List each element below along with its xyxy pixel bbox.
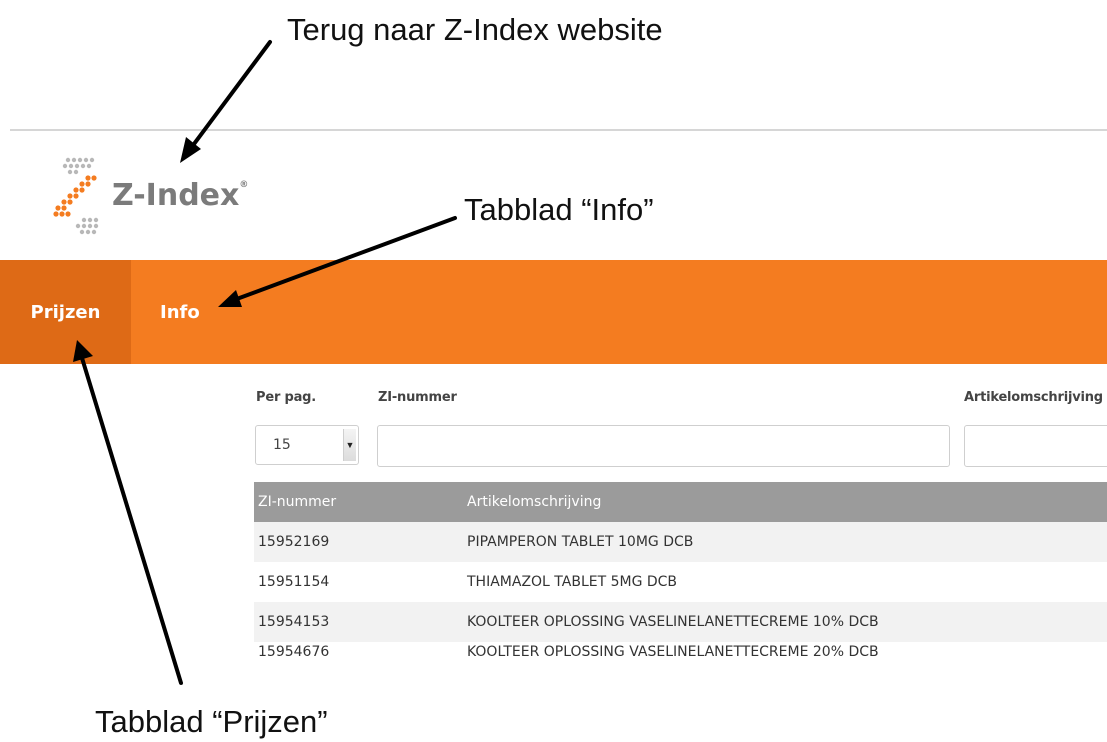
cell-zi-number: 15951154 bbox=[258, 574, 330, 590]
article-description-label: Artikelomschrijving bbox=[964, 390, 1103, 405]
cell-article-description: THIAMAZOL TABLET 5MG DCB bbox=[467, 574, 678, 590]
annotation-back-to-website: Terug naar Z-Index website bbox=[287, 12, 663, 47]
per-page-label: Per pag. bbox=[256, 390, 317, 405]
annotation-tab-prijzen: Tabblad “Prijzen” bbox=[95, 704, 328, 739]
main-navbar: Prijzen Info bbox=[0, 260, 1107, 364]
arrow-to-logo bbox=[189, 40, 272, 150]
column-header-zi-number[interactable]: ZI-nummer bbox=[258, 482, 336, 522]
zi-number-label: ZI-nummer bbox=[378, 390, 457, 405]
cell-zi-number: 15954676 bbox=[258, 644, 330, 660]
tab-prijzen[interactable]: Prijzen bbox=[0, 260, 131, 364]
table-row-clipped: 15954676 KOOLTEER OPLOSSING VASELINELANE… bbox=[254, 642, 1107, 664]
top-divider bbox=[10, 129, 1107, 131]
annotation-tab-info: Tabblad “Info” bbox=[464, 192, 654, 227]
cell-zi-number: 15954153 bbox=[258, 614, 330, 630]
article-description-input[interactable] bbox=[964, 425, 1107, 467]
tab-prijzen-label: Prijzen bbox=[30, 301, 101, 323]
cell-zi-number: 15952169 bbox=[258, 534, 330, 550]
logo-wordmark: Z-Index® bbox=[112, 178, 249, 213]
cell-article-description: KOOLTEER OPLOSSING VASELINELANETTECREME … bbox=[467, 614, 879, 630]
arrow-to-prijzen-tab bbox=[80, 356, 183, 685]
tab-info-label: Info bbox=[160, 301, 200, 323]
tab-info[interactable]: Info bbox=[131, 260, 231, 364]
per-page-select[interactable]: 15 ▼ bbox=[255, 425, 359, 465]
table-row[interactable]: 15954153 KOOLTEER OPLOSSING VASELINELANE… bbox=[254, 602, 1107, 642]
table-row[interactable]: 15951154 THIAMAZOL TABLET 5MG DCB bbox=[254, 562, 1107, 602]
table-row[interactable]: 15952169 PIPAMPERON TABLET 10MG DCB bbox=[254, 522, 1107, 562]
column-header-article-description[interactable]: Artikelomschrijving bbox=[467, 482, 601, 522]
z-index-logo[interactable]: Z-Index® bbox=[48, 152, 248, 242]
table-header: ZI-nummer Artikelomschrijving bbox=[254, 482, 1107, 522]
caret-down-icon[interactable]: ▼ bbox=[343, 429, 356, 461]
per-page-value: 15 bbox=[273, 437, 291, 453]
zi-number-input[interactable] bbox=[377, 425, 950, 467]
cell-article-description: PIPAMPERON TABLET 10MG DCB bbox=[467, 534, 694, 550]
z-index-logo-mark-icon bbox=[53, 157, 99, 235]
table-row[interactable]: 15954676 KOOLTEER OPLOSSING VASELINELANE… bbox=[254, 642, 1107, 664]
cell-article-description: KOOLTEER OPLOSSING VASELINELANETTECREME … bbox=[467, 644, 879, 660]
